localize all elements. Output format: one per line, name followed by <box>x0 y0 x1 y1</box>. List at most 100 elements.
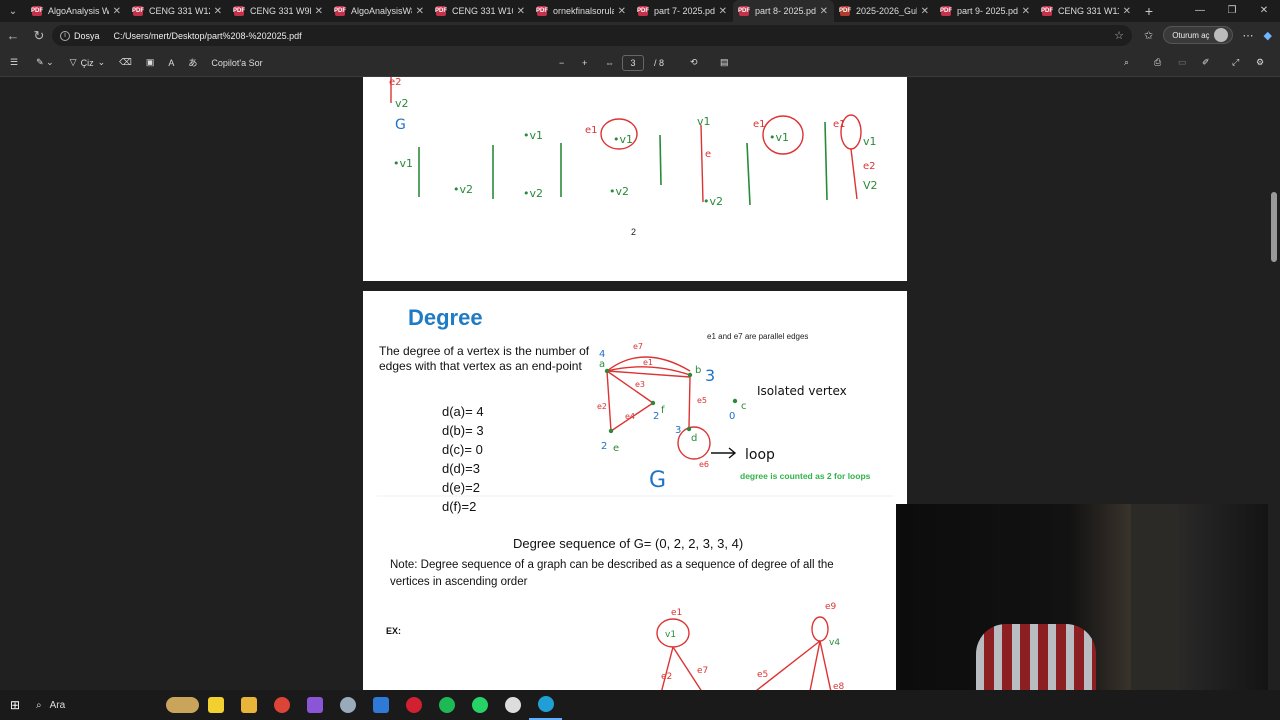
start-button-icon[interactable]: ⊞ <box>0 698 30 712</box>
edge-icon[interactable] <box>529 690 562 720</box>
browser-tab[interactable]: PDF part 9- 2025.pdf ✕ <box>935 0 1036 22</box>
visual-studio-icon[interactable] <box>298 690 331 720</box>
scrollbar-thumb[interactable] <box>1271 192 1277 262</box>
new-tab-button[interactable]: + <box>1137 3 1161 19</box>
loop-degree-note: degree is counted as 2 for loops <box>740 471 871 481</box>
page-number-input[interactable]: 3 <box>622 54 644 71</box>
rotate-icon[interactable]: ⟲ <box>690 57 698 68</box>
browser-tab[interactable]: PDF CENG 331 W9L9 ✕ <box>228 0 329 22</box>
restore-icon[interactable]: ❐ <box>1216 0 1248 22</box>
svg-text:e5: e5 <box>757 670 768 680</box>
svg-text:a: a <box>599 359 605 370</box>
vertical-scrollbar[interactable] <box>1268 77 1280 690</box>
svg-text:f: f <box>661 405 665 416</box>
svg-text:e8: e8 <box>833 682 845 690</box>
eraser-icon[interactable]: ⌫ <box>119 57 132 68</box>
tab-title: AlgoAnalysisW8 <box>351 6 412 16</box>
zoom-in-icon[interactable]: + <box>582 58 587 68</box>
whatsapp-icon[interactable] <box>463 690 496 720</box>
app-icon[interactable] <box>331 690 364 720</box>
degree-sequence-note: Note: Degree sequence of a graph can be … <box>390 559 834 588</box>
save-icon[interactable]: ▭ <box>1178 57 1187 68</box>
close-tab-icon[interactable]: ✕ <box>1123 6 1131 17</box>
close-tab-icon[interactable]: ✕ <box>820 6 828 17</box>
chrome-icon[interactable] <box>265 690 298 720</box>
settings-gear-icon[interactable]: ⚙ <box>1256 57 1264 68</box>
svg-text:•v1: •v1 <box>769 131 789 144</box>
page-view-icon[interactable]: ▤ <box>720 57 729 68</box>
browser-tab[interactable]: PDF AlgoAnalysisW8 ✕ <box>329 0 430 22</box>
tab-title: 2025-2026_Gul <box>856 6 917 16</box>
browser-tab[interactable]: PDF CENG 331 W12 ✕ <box>127 0 228 22</box>
svg-text:e2: e2 <box>597 402 607 411</box>
svg-text:v1: v1 <box>697 115 711 128</box>
url-text[interactable]: C:/Users/mert/Desktop/part%208-%202025.p… <box>114 31 302 41</box>
example-graph-drawing: e1 v1 e9 v4 e7 e2 e5 e8 <box>656 602 845 690</box>
fullscreen-icon[interactable]: ⤢ <box>1232 57 1239 68</box>
browser-tab[interactable]: PDF part 7- 2025.pdf ✕ <box>632 0 733 22</box>
draw-button[interactable]: ▽ Çiz ⌄ <box>70 57 105 68</box>
save-as-icon[interactable]: ✐ <box>1202 57 1210 68</box>
zoom-out-icon[interactable]: − <box>559 58 564 68</box>
favorites-icon[interactable]: ✩ <box>1144 29 1153 42</box>
svg-text:•v1: •v1 <box>523 129 543 142</box>
taskbar-search[interactable]: ⌕ Ara <box>36 700 166 711</box>
browser-tab[interactable]: PDF ornekfinalsorular ✕ <box>531 0 632 22</box>
refresh-icon[interactable]: ↻ <box>26 28 52 44</box>
degree-sequence: Degree sequence of G= (0, 2, 2, 3, 3, 4) <box>513 536 744 551</box>
close-tab-icon[interactable]: ✕ <box>719 6 727 17</box>
svg-text:e3: e3 <box>635 380 645 389</box>
highlight-icon[interactable]: ✎ ⌄ <box>36 57 54 68</box>
close-tab-icon[interactable]: ✕ <box>315 6 323 17</box>
opera-icon[interactable] <box>397 690 430 720</box>
draw-label: Çiz <box>80 57 94 68</box>
svg-text:e9: e9 <box>825 602 837 612</box>
contents-list-icon[interactable]: ☰ <box>10 57 18 68</box>
file-explorer-icon[interactable] <box>232 690 265 720</box>
svg-text:e1: e1 <box>671 608 682 618</box>
notes-app-icon[interactable] <box>199 690 232 720</box>
close-tab-icon[interactable]: ✕ <box>1022 6 1030 17</box>
more-menu-icon[interactable]: ⋯ <box>1243 29 1254 42</box>
svg-text:e2: e2 <box>661 672 672 682</box>
find-icon[interactable]: ⌕ <box>1124 57 1129 68</box>
copilot-icon[interactable]: ◆ <box>1264 29 1272 42</box>
info-icon[interactable]: i <box>60 30 70 41</box>
spotify-icon[interactable] <box>430 690 463 720</box>
close-tab-icon[interactable]: ✕ <box>517 6 525 17</box>
svg-text:v1: v1 <box>665 630 676 640</box>
widgets-icon[interactable] <box>166 690 199 720</box>
browser-tab[interactable]: PDF AlgoAnalysis W3 ✕ <box>26 0 127 22</box>
url-field[interactable]: i Dosya C:/Users/mert/Desktop/part%208-%… <box>52 25 1132 46</box>
close-tab-icon[interactable]: ✕ <box>416 6 424 17</box>
close-tab-icon[interactable]: ✕ <box>921 6 929 17</box>
close-window-icon[interactable]: ✕ <box>1248 0 1280 22</box>
svg-text:•v2: •v2 <box>523 187 543 200</box>
browser-tab[interactable]: PDF CENG 331 W10L ✕ <box>430 0 531 22</box>
close-tab-icon[interactable]: ✕ <box>618 6 626 17</box>
view-icon[interactable]: ▣ <box>146 57 155 68</box>
svg-text:e1: e1 <box>643 358 653 367</box>
read-aloud-icon[interactable]: A <box>168 58 174 68</box>
favorite-star-icon[interactable]: ☆ <box>1114 29 1124 42</box>
copilot-ask-button[interactable]: Copilot'a Sor <box>211 58 262 68</box>
browser-tab[interactable]: PDF part 8- 2025.pdf ✕ <box>733 0 834 22</box>
pdf-viewer[interactable]: v2 G •v1 •v2 •v1 •v2 •v2 •v1 v1 •v2 •v1 … <box>0 77 1268 690</box>
close-tab-icon[interactable]: ✕ <box>214 6 222 17</box>
tab-actions-chevron-icon[interactable]: ⌄ <box>0 0 26 22</box>
translate-icon[interactable]: あ <box>188 56 197 69</box>
github-icon[interactable] <box>496 690 529 720</box>
page-total: / 8 <box>654 57 665 68</box>
minimize-icon[interactable]: — <box>1184 0 1216 22</box>
close-tab-icon[interactable]: ✕ <box>113 6 121 17</box>
browser-tab[interactable]: PDF 2025-2026_Gul ✕ <box>834 0 935 22</box>
svg-text:v2: v2 <box>395 97 409 110</box>
vscode-icon[interactable] <box>364 690 397 720</box>
tab-title: part 7- 2025.pdf <box>654 6 715 16</box>
print-icon[interactable]: ⎙ <box>1154 57 1161 68</box>
back-icon[interactable]: ← <box>0 28 26 43</box>
svg-text:e6: e6 <box>699 460 709 469</box>
profile-signin-button[interactable]: Oturum aç <box>1163 26 1233 44</box>
browser-tab[interactable]: PDF CENG 331 W11L ✕ <box>1036 0 1137 22</box>
fit-page-icon[interactable]: ⇔ <box>605 58 614 68</box>
